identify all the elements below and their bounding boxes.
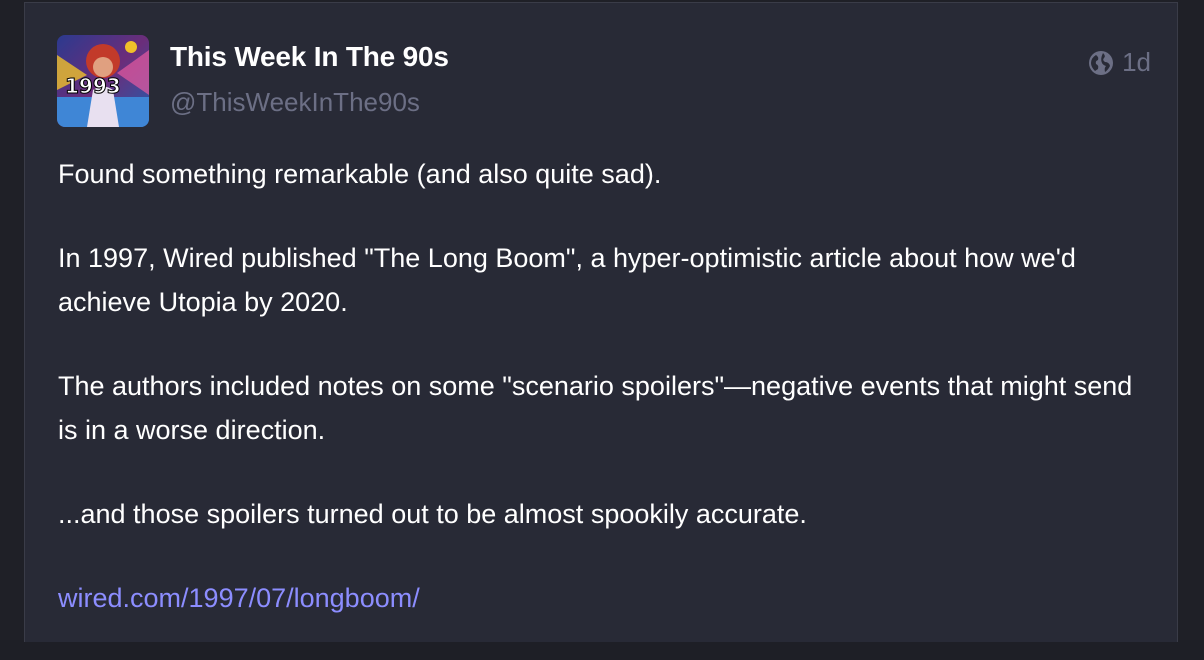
post-paragraph: In 1997, Wired published "The Long Boom"… xyxy=(58,243,1076,317)
post-paragraph: The authors included notes on some "scen… xyxy=(58,371,1133,445)
author-display-name[interactable]: This Week In The 90s xyxy=(170,41,449,73)
avatar[interactable]: 1993 xyxy=(57,35,149,127)
post-link-paragraph: wired.com/1997/07/longboom/ xyxy=(58,576,1138,620)
post-timestamp[interactable]: 1d xyxy=(1122,47,1151,78)
post-meta: 1d xyxy=(1088,47,1151,78)
article-link[interactable]: wired.com/1997/07/longboom/ xyxy=(58,583,420,613)
post-content: Found something remarkable (and also qui… xyxy=(58,152,1138,660)
author-handle[interactable]: @ThisWeekInThe90s xyxy=(170,87,420,118)
app-background: 1993 This Week In The 90s @ThisWeekInThe… xyxy=(0,0,1204,642)
avatar-image: 1993 xyxy=(57,35,149,127)
globe-icon xyxy=(1088,50,1114,76)
avatar-year-text: 1993 xyxy=(65,74,121,98)
post-card[interactable]: 1993 This Week In The 90s @ThisWeekInThe… xyxy=(24,2,1178,642)
post-paragraph: ...and those spoilers turned out to be a… xyxy=(58,499,807,529)
post-paragraph: Found something remarkable (and also qui… xyxy=(58,159,662,189)
